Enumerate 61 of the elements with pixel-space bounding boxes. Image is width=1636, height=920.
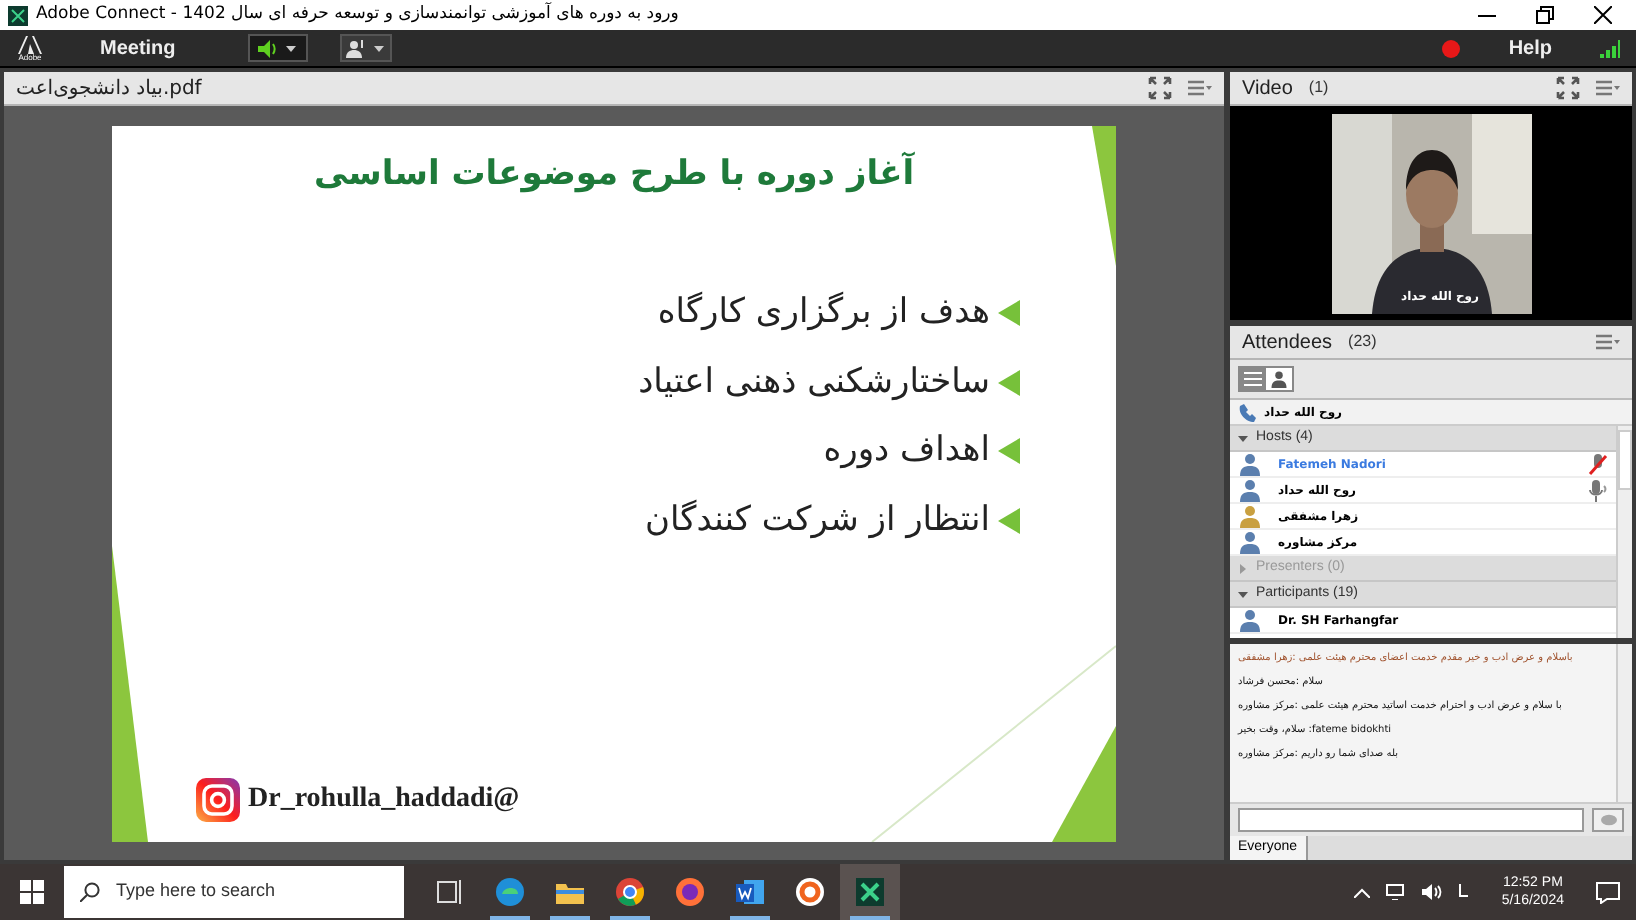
taskbar-app[interactable] (840, 864, 900, 920)
volume-icon (1421, 884, 1442, 900)
connect-app-icon (852, 874, 888, 910)
word-icon (732, 874, 768, 910)
speaker-button[interactable] (247, 34, 308, 62)
person-icon (1238, 478, 1262, 502)
menu-icon[interactable] (1596, 334, 1620, 350)
chrome-icon (612, 874, 648, 910)
slide-bullet: هدف از برگزاری کارگاه (657, 289, 990, 336)
search-placeholder: Type here to search (116, 878, 276, 905)
person-icon (1238, 530, 1262, 554)
list-view-button[interactable] (1240, 368, 1266, 390)
bullet-arrow-icon (998, 438, 1020, 465)
slide-title: آغاز دوره با طرح موضوعات اساسی (313, 149, 915, 197)
speech-bubble-icon (1599, 813, 1617, 827)
fullscreen-icon[interactable] (1148, 76, 1172, 100)
pod-count: (1) (1308, 76, 1329, 100)
close-icon[interactable] (1594, 6, 1612, 24)
pod-title: Video (1242, 75, 1293, 103)
slide-bullet: انتظار از شرکت کنندگان (644, 497, 990, 543)
caret-icon (374, 45, 385, 51)
phone-icon (1238, 403, 1256, 421)
speaker-icon (258, 39, 279, 57)
corner-accent-shape (1092, 125, 1116, 265)
menu-icon[interactable] (1188, 80, 1212, 96)
window-title: ورود به دوره های آموزشی توانمندسازی و توسعه حرفه ای سال 1402 - Adobe Connect (36, 2, 679, 28)
restore-icon[interactable] (1536, 6, 1554, 24)
instagram-icon (196, 777, 240, 821)
menu-item[interactable]: Meeting (76, 33, 200, 63)
person-icon (1238, 504, 1262, 528)
ring-app-icon (792, 874, 828, 910)
chevron-up-icon (1353, 887, 1370, 897)
windows-start-icon[interactable] (20, 880, 44, 904)
caret-icon (286, 45, 297, 51)
edge-icon (492, 874, 528, 910)
bullet-arrow-icon (998, 507, 1020, 534)
search-box[interactable]: Type here to search (64, 866, 404, 918)
chat-input[interactable] (1238, 808, 1584, 832)
person-icon (1238, 608, 1262, 632)
pod-count: (23) (1348, 330, 1377, 354)
network-icon (1385, 884, 1406, 900)
slide-bullet: ساختارشکنی ذهنی اعتیاد (638, 359, 990, 405)
bullet-arrow-icon (998, 300, 1020, 327)
notification-icon[interactable] (1596, 881, 1620, 903)
detail-view-button[interactable] (1266, 368, 1292, 390)
firefox-icon (672, 874, 708, 910)
fullscreen-icon[interactable] (1556, 76, 1580, 100)
signal-icon (1600, 39, 1620, 57)
corner-accent-shape (1052, 725, 1116, 841)
slide-bullet: اهداف دوره (823, 428, 990, 474)
app-icon (8, 5, 28, 25)
adobe-logo-icon (18, 35, 42, 53)
menu-icon[interactable] (1596, 80, 1620, 96)
bullet-arrow-icon (998, 369, 1020, 396)
search-icon (80, 882, 100, 902)
person-icon (1238, 452, 1262, 476)
pod-title: بیاد دانشجوی‌اعت.pdf (16, 75, 202, 103)
help-menu[interactable]: Help (1508, 33, 1552, 63)
raise-hand-icon (346, 39, 367, 57)
instagram-handle: Dr_rohulla_haddadi@ (248, 782, 520, 818)
pod-title: Attendees (1242, 329, 1333, 357)
